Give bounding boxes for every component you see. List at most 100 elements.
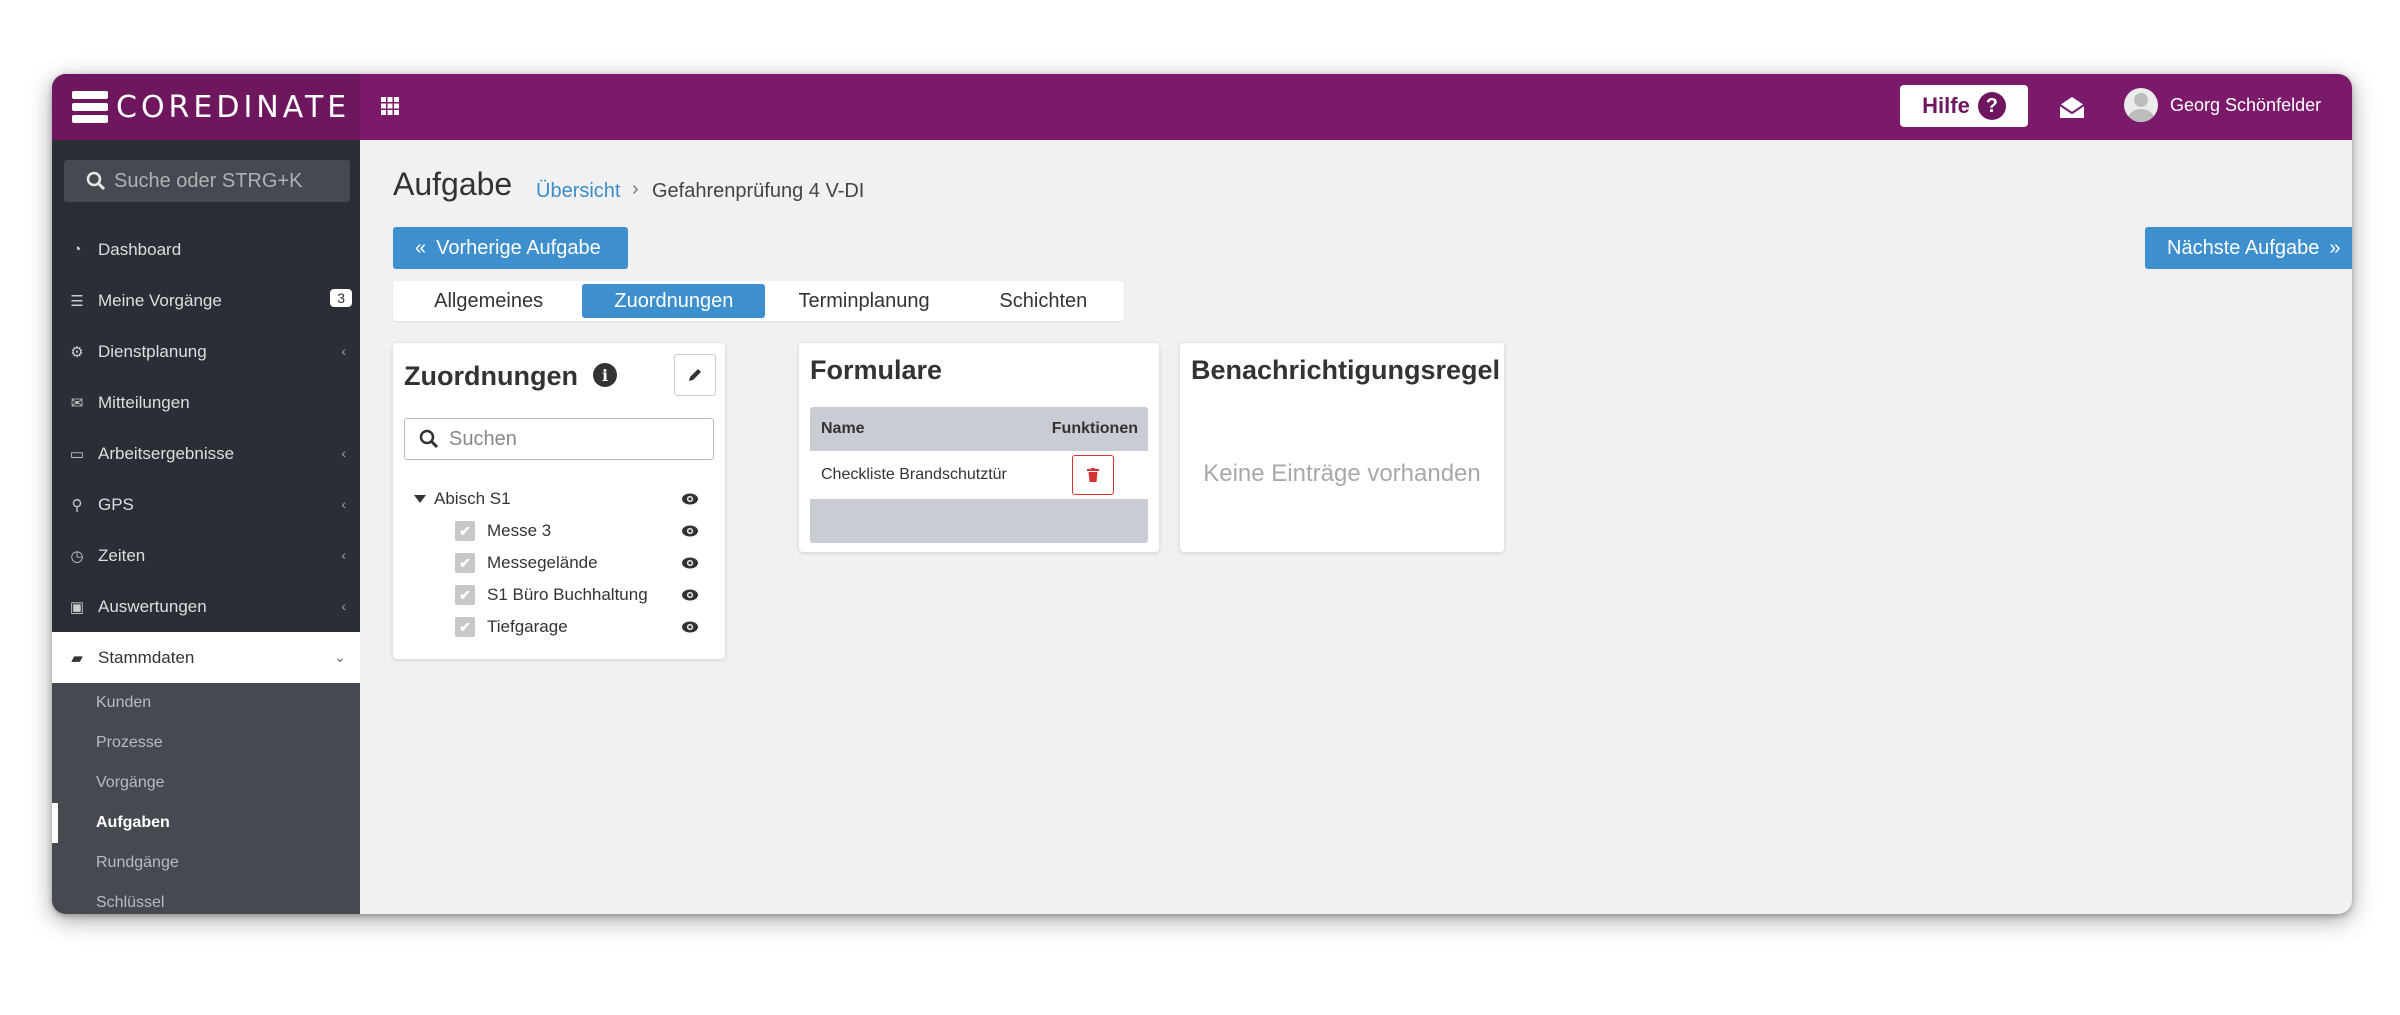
sidebar-item-label: Meine Vorgänge bbox=[98, 290, 222, 310]
tree-node-label: Abisch S1 bbox=[434, 489, 511, 508]
checkbox-checked[interactable]: ✔ bbox=[455, 585, 475, 605]
count-badge: 3 bbox=[330, 289, 352, 307]
sidebar-item-auswertungen[interactable]: ▣ Auswertungen ‹ bbox=[52, 581, 360, 632]
sidebar-search-input[interactable]: Suche oder STRG+K bbox=[64, 160, 350, 202]
tab-terminplanung[interactable]: Terminplanung bbox=[769, 284, 958, 318]
eye-icon[interactable] bbox=[681, 492, 699, 506]
sidebar-item-label: Auswertungen bbox=[98, 596, 207, 616]
forms-table-footer bbox=[810, 499, 1148, 543]
sidebar-item-label: Dienstplanung bbox=[98, 341, 207, 361]
trash-icon bbox=[1087, 468, 1099, 482]
help-button[interactable]: Hilfe ? bbox=[1900, 85, 2028, 127]
sidebar-subitem-kunden[interactable]: Kunden bbox=[52, 683, 360, 723]
forms-table-header: Name Funktionen bbox=[810, 407, 1148, 451]
eye-icon[interactable] bbox=[681, 620, 699, 634]
tree-node-child[interactable]: ✔ Messe 3 bbox=[393, 515, 725, 547]
eye-icon[interactable] bbox=[681, 556, 699, 570]
delete-button[interactable] bbox=[1072, 455, 1114, 495]
main-content: Aufgabe Übersicht › Gefahrenprüfung 4 V-… bbox=[360, 140, 2352, 914]
monitor-icon: ▭ bbox=[69, 445, 85, 463]
search-icon bbox=[86, 171, 106, 191]
chevron-left-icon: ‹ bbox=[341, 445, 346, 461]
tab-bar: Allgemeines Zuordnungen Terminplanung Sc… bbox=[393, 281, 1124, 321]
app-window: COREDINATE Hilfe ? Georg Schönfelder Suc… bbox=[52, 74, 2352, 914]
tree-node-child[interactable]: ✔ Tiefgarage bbox=[393, 611, 725, 643]
eye-icon[interactable] bbox=[681, 524, 699, 538]
edit-button[interactable] bbox=[674, 354, 716, 396]
tree-node-child[interactable]: ✔ S1 Büro Buchhaltung bbox=[393, 579, 725, 611]
sidebar-subitem-vorgaenge[interactable]: Vorgänge bbox=[52, 763, 360, 803]
sidebar-item-dashboard[interactable]: ◔ Dashboard bbox=[52, 224, 360, 275]
sidebar: Suche oder STRG+K ◔ Dashboard ☰ Meine Vo… bbox=[52, 140, 360, 914]
chevron-left-icon: ‹ bbox=[341, 547, 346, 563]
sidebar-item-label: Dashboard bbox=[98, 239, 182, 259]
tree-node-child[interactable]: ✔ Messegelände bbox=[393, 547, 725, 579]
sidebar-item-label: Zeiten bbox=[98, 545, 146, 565]
top-bar: COREDINATE Hilfe ? Georg Schönfelder bbox=[52, 74, 2352, 140]
sidebar-item-label: GPS bbox=[98, 494, 134, 514]
checkbox-checked[interactable]: ✔ bbox=[455, 617, 475, 637]
sidebar-subitem-aufgaben[interactable]: Aufgaben bbox=[52, 803, 360, 843]
list-icon: ☰ bbox=[70, 292, 84, 310]
empty-state-text: Keine Einträge vorhanden bbox=[1203, 460, 1481, 487]
info-circle-icon[interactable]: i bbox=[593, 363, 617, 387]
clock-icon: ◷ bbox=[70, 547, 84, 565]
apps-grid-icon[interactable] bbox=[380, 96, 402, 118]
question-circle-icon: ? bbox=[1977, 92, 2006, 120]
checkbox-checked[interactable]: ✔ bbox=[455, 521, 475, 541]
assignments-search-placeholder: Suchen bbox=[449, 427, 517, 450]
tree-node-root[interactable]: Abisch S1 bbox=[393, 483, 725, 515]
sidebar-search-placeholder: Suche oder STRG+K bbox=[114, 169, 303, 192]
notification-rules-title: Benachrichtigungsregel bbox=[1191, 355, 1501, 385]
tree-node-label: Messegelände bbox=[487, 553, 598, 572]
sidebar-nav: ◔ Dashboard ☰ Meine Vorgänge 3 ⚙ Dienstp… bbox=[52, 224, 360, 914]
tab-zuordnungen[interactable]: Zuordnungen bbox=[582, 284, 766, 318]
breadcrumb-overview-link[interactable]: Übersicht bbox=[536, 180, 620, 203]
sidebar-item-stammdaten[interactable]: ▰ Stammdaten ⌄ bbox=[52, 632, 360, 683]
sidebar-subitem-prozesse[interactable]: Prozesse bbox=[52, 723, 360, 763]
caret-down-icon[interactable] bbox=[414, 495, 426, 503]
user-name: Georg Schönfelder bbox=[2170, 94, 2322, 115]
assignments-search-input[interactable]: Suchen bbox=[404, 418, 714, 460]
double-chevron-right-icon: » bbox=[2329, 236, 2341, 259]
pencil-icon bbox=[689, 369, 701, 381]
help-label: Hilfe bbox=[1922, 93, 1970, 118]
sidebar-item-zeiten[interactable]: ◷ Zeiten ‹ bbox=[52, 530, 360, 581]
envelope-open-icon[interactable] bbox=[2058, 94, 2086, 120]
tree-node-label: Messe 3 bbox=[487, 521, 552, 540]
cogs-icon: ⚙ bbox=[70, 343, 84, 361]
brand-logo-area[interactable]: COREDINATE bbox=[52, 74, 360, 140]
sidebar-item-meine-vorgaenge[interactable]: ☰ Meine Vorgänge 3 bbox=[52, 275, 360, 326]
tree-node-label: S1 Büro Buchhaltung bbox=[487, 585, 648, 604]
envelope-icon: ✉ bbox=[70, 394, 84, 412]
tab-schichten[interactable]: Schichten bbox=[963, 284, 1124, 318]
previous-task-label: Vorherige Aufgabe bbox=[436, 236, 601, 259]
next-task-label: Nächste Aufgabe bbox=[2167, 236, 2320, 259]
sidebar-item-label: Arbeitsergebnisse bbox=[98, 443, 235, 463]
page-title: Aufgabe bbox=[393, 166, 513, 202]
previous-task-button[interactable]: « Vorherige Aufgabe bbox=[393, 227, 628, 269]
next-task-button[interactable]: Nächste Aufgabe » bbox=[2145, 227, 2352, 269]
tree-node-label: Tiefgarage bbox=[487, 617, 568, 636]
map-marker-icon: ⚲ bbox=[71, 496, 83, 514]
sidebar-item-dienstplanung[interactable]: ⚙ Dienstplanung ‹ bbox=[52, 326, 360, 377]
sidebar-item-gps[interactable]: ⚲ GPS ‹ bbox=[52, 479, 360, 530]
column-header-name: Name bbox=[821, 420, 865, 437]
eye-icon[interactable] bbox=[681, 588, 699, 602]
assignments-card: Zuordnungen i Suchen Abisch S1 ✔ Messe 3… bbox=[393, 343, 725, 659]
sidebar-item-arbeitsergebnisse[interactable]: ▭ Arbeitsergebnisse ‹ bbox=[52, 428, 360, 479]
sidebar-item-label: Mitteilungen bbox=[98, 392, 190, 412]
brand-name: COREDINATE bbox=[116, 89, 351, 125]
notification-rules-card: Benachrichtigungsregel Keine Einträge vo… bbox=[1180, 343, 1504, 552]
sidebar-subitem-schluessel[interactable]: Schlüssel bbox=[52, 883, 360, 914]
column-header-functions: Funktionen bbox=[1051, 420, 1138, 437]
forms-title: Formulare bbox=[810, 355, 943, 385]
breadcrumb-current: Gefahrenprüfung 4 V-DI bbox=[652, 180, 865, 202]
form-name: Checkliste Brandschutztür bbox=[821, 466, 1007, 483]
avatar bbox=[2124, 88, 2158, 122]
user-menu[interactable]: Georg Schönfelder bbox=[2124, 88, 2321, 122]
tab-allgemeines[interactable]: Allgemeines bbox=[399, 284, 578, 318]
sidebar-item-mitteilungen[interactable]: ✉ Mitteilungen bbox=[52, 377, 360, 428]
sidebar-subitem-rundgaenge[interactable]: Rundgänge bbox=[52, 843, 360, 883]
checkbox-checked[interactable]: ✔ bbox=[455, 553, 475, 573]
